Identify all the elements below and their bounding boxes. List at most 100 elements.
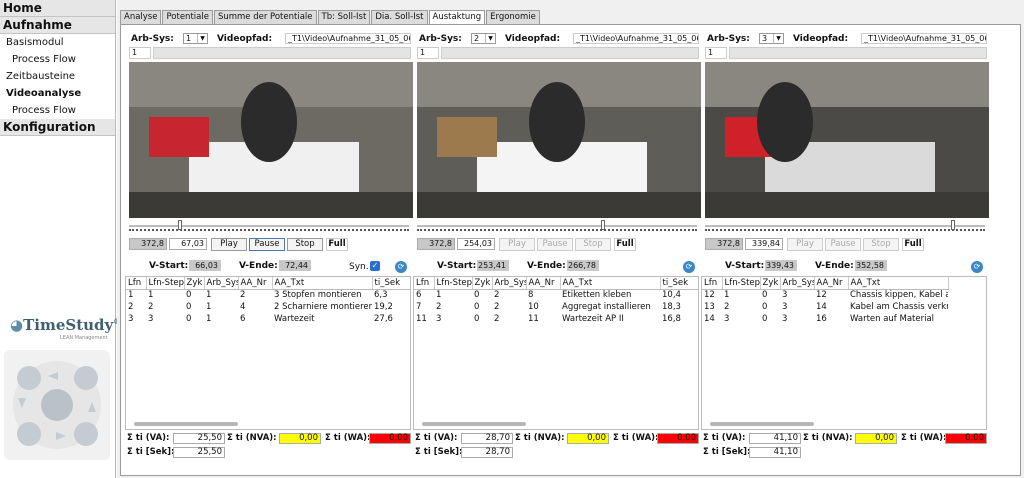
- column-header-zyk[interactable]: Zyk: [760, 277, 781, 290]
- sum-va-label: Σ ti (VA):: [415, 433, 458, 443]
- table-cell: 18,3: [662, 302, 681, 312]
- tab-potentiale[interactable]: Potentiale: [162, 10, 213, 24]
- column-header-arb-sys[interactable]: Arb_Sys: [492, 277, 527, 290]
- table-row[interactable]: 3 3 0 1 6 Wartezeit 27,6: [126, 313, 410, 325]
- column-header-zyk[interactable]: Zyk: [472, 277, 493, 290]
- nav-item-zeitbausteine[interactable]: Zeitbausteine: [0, 68, 115, 85]
- table-cell: 3 Stopfen montieren: [274, 290, 362, 301]
- column-header-lfn-step[interactable]: Lfn-Step: [722, 277, 761, 290]
- nav-item-process-flow-2[interactable]: Process Flow: [0, 102, 115, 119]
- video-frame[interactable]: [705, 62, 989, 218]
- stop-button[interactable]: Stop: [575, 238, 611, 251]
- column-header-arb-sys[interactable]: Arb_Sys: [780, 277, 815, 290]
- slider-thumb[interactable]: [177, 220, 182, 230]
- tab-ergonomie[interactable]: Ergonomie: [486, 10, 540, 24]
- stop-button[interactable]: Stop: [863, 238, 899, 251]
- table-row[interactable]: 7 2 0 2 10 Aggregat installieren 18,3: [414, 301, 698, 313]
- video-slider[interactable]: [705, 220, 985, 232]
- slider-thumb[interactable]: [600, 220, 605, 230]
- table-cell: 3: [782, 314, 788, 324]
- column-header-aa-nr[interactable]: AA_Nr: [526, 277, 561, 290]
- v-start-label: V-Start:: [149, 261, 189, 271]
- table-cell: 2: [494, 302, 500, 312]
- table-row[interactable]: 1 1 0 1 2 3 Stopfen montieren 6,3: [126, 289, 410, 301]
- sum-sek-value: 28,70: [461, 447, 513, 458]
- arb-sys-select[interactable]: 2 ▼: [471, 33, 496, 44]
- play-button[interactable]: Play: [787, 238, 823, 251]
- column-header-lfn[interactable]: Lfn: [414, 277, 435, 290]
- column-header-aa-txt[interactable]: AA_Txt: [560, 277, 661, 290]
- pause-button[interactable]: Pause: [249, 238, 285, 251]
- chevron-down-icon: ▼: [773, 34, 783, 43]
- tab-dia-soll-ist[interactable]: Dia. Soll-Ist: [371, 10, 428, 24]
- videopfad-field[interactable]: _T1\Video\Aufnahme_31_05_06.wmv: [285, 33, 411, 44]
- sum-nva-value: 0,00: [567, 433, 609, 444]
- frame-counter: 1: [705, 47, 727, 59]
- tab-summe-der-potentiale[interactable]: Summe der Potentiale: [213, 10, 317, 24]
- column-header-aa-txt[interactable]: AA_Txt: [272, 277, 373, 290]
- videopfad-field[interactable]: _T1\Video\Aufnahme_31_05_06.wmv: [861, 33, 987, 44]
- play-button[interactable]: Play: [211, 238, 247, 251]
- slider-thumb[interactable]: [950, 220, 955, 230]
- table-cell: 1: [206, 302, 212, 312]
- nav-home[interactable]: Home: [0, 0, 115, 17]
- table-cell: 7: [416, 302, 422, 312]
- refresh-icon[interactable]: ⟳: [683, 261, 695, 273]
- column-header-lfn-step[interactable]: Lfn-Step: [146, 277, 185, 290]
- arb-sys-select[interactable]: 1 ▼: [183, 33, 208, 44]
- column-header-lfn[interactable]: Lfn: [702, 277, 723, 290]
- table-row[interactable]: 14 3 0 3 16 Warten auf Material: [702, 313, 986, 325]
- nav-item-process-flow-1[interactable]: Process Flow: [0, 51, 115, 68]
- horizontal-scrollbar[interactable]: [710, 422, 814, 426]
- column-header-zyk[interactable]: Zyk: [184, 277, 205, 290]
- full-button[interactable]: Full: [902, 238, 924, 251]
- table-row[interactable]: 12 1 0 3 12 Chassis kippen, Kabel auf Rücks: [702, 289, 986, 301]
- center-chart-icon: [41, 389, 73, 421]
- column-header-aa-nr[interactable]: AA_Nr: [238, 277, 273, 290]
- column-header-ti-sek[interactable]: ti_Sek: [372, 277, 410, 290]
- nav-aufnahme[interactable]: Aufnahme: [0, 17, 115, 34]
- refresh-icon[interactable]: ⟳: [971, 261, 983, 273]
- nav-konfiguration[interactable]: Konfiguration: [0, 119, 115, 136]
- workstation-panel-3: Arb-Sys: 3 ▼ Videopfad: _T1\Video\Aufnahm…: [701, 31, 989, 471]
- table-row[interactable]: 11 3 0 2 11 Wartezeit AP II 16,8: [414, 313, 698, 325]
- pause-button[interactable]: Pause: [825, 238, 861, 251]
- horizontal-scrollbar[interactable]: [422, 422, 526, 426]
- stop-button[interactable]: Stop: [287, 238, 323, 251]
- sum-va-value: 28,70: [461, 433, 513, 444]
- full-button[interactable]: Full: [326, 238, 348, 251]
- column-header-lfn[interactable]: Lfn: [126, 277, 147, 290]
- nav-item-basismodul[interactable]: Basismodul: [0, 34, 115, 51]
- arb-sys-select[interactable]: 3 ▼: [759, 33, 784, 44]
- pause-button[interactable]: Pause: [537, 238, 573, 251]
- table-row[interactable]: 6 1 0 2 8 Etiketten kleben 10,4: [414, 289, 698, 301]
- table-cell: Aggregat installieren: [562, 302, 651, 312]
- refresh-icon[interactable]: ⟳: [395, 261, 407, 273]
- nav-item-videoanalyse[interactable]: Videoanalyse: [0, 85, 115, 102]
- sum-nva-label: Σ ti (NVA):: [227, 433, 277, 443]
- video-frame[interactable]: [417, 62, 701, 218]
- video-frame[interactable]: [129, 62, 413, 218]
- horizontal-scrollbar[interactable]: [134, 422, 238, 426]
- sum-va-label: Σ ti (VA):: [703, 433, 746, 443]
- video-slider[interactable]: [129, 220, 409, 232]
- tab-analyse[interactable]: Analyse: [120, 10, 162, 24]
- sum-sek-label: Σ ti [Sek]:: [415, 447, 463, 457]
- column-header-arb-sys[interactable]: Arb_Sys: [204, 277, 239, 290]
- table-cell: Etiketten kleben: [562, 290, 632, 301]
- column-header-aa-nr[interactable]: AA_Nr: [814, 277, 849, 290]
- operations-table: Lfn Lfn-Step Zyk Arb_Sys AA_Nr AA_Txt 12 1 0 3 12…: [701, 276, 987, 430]
- table-row[interactable]: 13 2 0 3 14 Kabel am Chassis verknoten und: [702, 301, 986, 313]
- videopfad-field[interactable]: _T1\Video\Aufnahme_31_05_06.wmv: [573, 33, 699, 44]
- column-header-aa-txt[interactable]: AA_Txt: [848, 277, 949, 290]
- column-header-lfn-step[interactable]: Lfn-Step: [434, 277, 473, 290]
- video-slider[interactable]: [417, 220, 697, 232]
- tab-austaktung[interactable]: Austaktung: [428, 10, 486, 25]
- syn-checkbox[interactable]: ✓: [370, 261, 380, 271]
- table-cell: 11: [528, 314, 539, 324]
- column-header-ti-sek[interactable]: ti_Sek: [660, 277, 698, 290]
- tab-tb-soll-ist[interactable]: Tb: Soll-Ist: [317, 10, 371, 24]
- table-row[interactable]: 2 2 0 1 4 2 Scharniere montieren 19,2: [126, 301, 410, 313]
- play-button[interactable]: Play: [499, 238, 535, 251]
- full-button[interactable]: Full: [614, 238, 636, 251]
